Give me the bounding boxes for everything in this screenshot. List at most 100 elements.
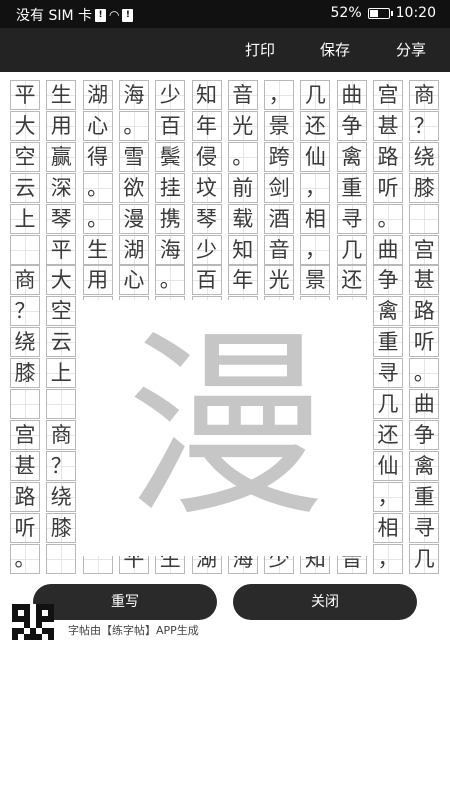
- grid-cell: 。: [155, 265, 186, 296]
- grid-cell: 知: [227, 234, 258, 265]
- grid-cell: 商: [409, 80, 440, 110]
- grid-cell: 酒: [264, 203, 295, 234]
- grid-cell: 禽: [409, 450, 440, 481]
- grid-cell: 寻: [409, 512, 440, 543]
- grid-cell: 欲: [118, 172, 149, 203]
- grid-cell: 膝: [409, 172, 440, 203]
- grid-cell: 。: [82, 203, 113, 234]
- print-button[interactable]: 打印: [245, 28, 275, 72]
- grid-cell: 音: [264, 234, 295, 265]
- grid-cell: 平: [10, 80, 40, 110]
- grid-cell: 剑: [264, 172, 295, 203]
- grid-cell: 听: [409, 327, 440, 358]
- grid-cell: 禽: [373, 296, 403, 327]
- grid-cell: 。: [10, 543, 40, 574]
- grid-cell: 云: [10, 172, 40, 203]
- grid-cell: ，: [373, 543, 403, 574]
- grid-cell: ？: [409, 110, 440, 141]
- grid-cell: 寻: [373, 358, 403, 389]
- sim-alert-icon: !: [95, 8, 106, 22]
- grid-cell: 宫: [10, 419, 40, 450]
- grid-cell: 仙: [300, 141, 331, 172]
- grid-cell: 坟: [191, 172, 222, 203]
- grid-cell: 曲: [373, 234, 403, 265]
- grid-cell: 仙: [373, 450, 403, 481]
- grid-cell: 相: [373, 512, 403, 543]
- grid-cell: 路: [10, 481, 40, 512]
- grid-cell: ，: [373, 481, 403, 512]
- grid-cell: 侵: [191, 141, 222, 172]
- grid-cell: 挂: [155, 172, 186, 203]
- grid-cell: 百: [191, 265, 222, 296]
- grid-cell: 。: [373, 203, 403, 234]
- footer-note: 字帖由【练字帖】APP生成: [68, 624, 199, 637]
- grid-cell: 重: [409, 481, 440, 512]
- grid-cell: 漫: [118, 203, 149, 234]
- grid-cell: 雪: [118, 141, 149, 172]
- share-button[interactable]: 分享: [396, 28, 426, 72]
- grid-cell: 听: [373, 172, 403, 203]
- grid-cell: 甚: [10, 450, 40, 481]
- grid-cell: 上: [10, 203, 40, 234]
- grid-cell: [46, 543, 77, 574]
- grid-cell: 上: [46, 358, 77, 389]
- grid-cell: 得: [82, 141, 113, 172]
- grid-cell: 空: [46, 296, 77, 327]
- grid-cell: 还: [300, 110, 331, 141]
- grid-cell: 知: [191, 80, 222, 110]
- grid-cell: 商: [46, 419, 77, 450]
- grid-cell: 路: [409, 296, 440, 327]
- grid-cell: 载: [227, 203, 258, 234]
- grid-cell: 争: [373, 265, 403, 296]
- grid-cell: 生: [46, 80, 77, 110]
- grid-cell: 携: [155, 203, 186, 234]
- grid-cell: 音: [227, 80, 258, 110]
- grid-cell: 。: [82, 172, 113, 203]
- grid-cell: ，: [264, 80, 295, 110]
- grid-cell: 湖: [82, 80, 113, 110]
- grid-cell: 。: [118, 110, 149, 141]
- grid-cell: 海: [118, 80, 149, 110]
- grid-cell: 曲: [409, 389, 440, 419]
- grid-cell: 重: [336, 172, 367, 203]
- grid-cell: 相: [300, 203, 331, 234]
- grid-cell: 心: [82, 110, 113, 141]
- grid-cell: 绕: [409, 141, 440, 172]
- grid-cell: 甚: [373, 110, 403, 141]
- grid-cell: 商: [10, 265, 40, 296]
- grid-cell: 空: [10, 141, 40, 172]
- grid-cell: 鬓: [155, 141, 186, 172]
- grid-cell: 。: [227, 141, 258, 172]
- grid-cell: 琴: [46, 203, 77, 234]
- preview-character: 漫: [125, 311, 326, 544]
- grid-cell: 路: [373, 141, 403, 172]
- grid-cell: 宫: [373, 80, 403, 110]
- grid-cell: 大: [10, 110, 40, 141]
- grid-cell: 平: [46, 234, 77, 265]
- save-button[interactable]: 保存: [320, 28, 350, 72]
- grid-cell: ？: [10, 296, 40, 327]
- grid-cell: 百: [155, 110, 186, 141]
- grid-cell: [10, 234, 40, 265]
- grid-cell: 景: [300, 265, 331, 296]
- battery-percent: 52%: [330, 5, 362, 21]
- grid-cell: ，: [300, 172, 331, 203]
- grid-cell: 用: [82, 265, 113, 296]
- grid-cell: ，: [300, 234, 331, 265]
- status-left: 没有 SIM 卡 ! ◠ !: [16, 5, 134, 25]
- footer: 字帖由【练字帖】APP生成: [12, 604, 199, 640]
- grid-cell: 用: [46, 110, 77, 141]
- grid-cell: 景: [264, 110, 295, 141]
- clock: 10:20: [395, 5, 436, 21]
- grid-cell: [46, 389, 77, 419]
- close-button[interactable]: 关闭: [233, 584, 417, 620]
- carrier-text: 没有 SIM 卡: [16, 8, 92, 24]
- grid-cell: 听: [10, 512, 40, 543]
- character-preview-panel: 漫: [83, 300, 369, 556]
- grid-cell: [409, 203, 440, 234]
- status-bar: 没有 SIM 卡 ! ◠ ! 52% 10:20: [0, 0, 450, 28]
- grid-cell: 光: [264, 265, 295, 296]
- grid-cell: 膝: [46, 512, 77, 543]
- grid-cell: 几: [300, 80, 331, 110]
- grid-cell: 几: [336, 234, 367, 265]
